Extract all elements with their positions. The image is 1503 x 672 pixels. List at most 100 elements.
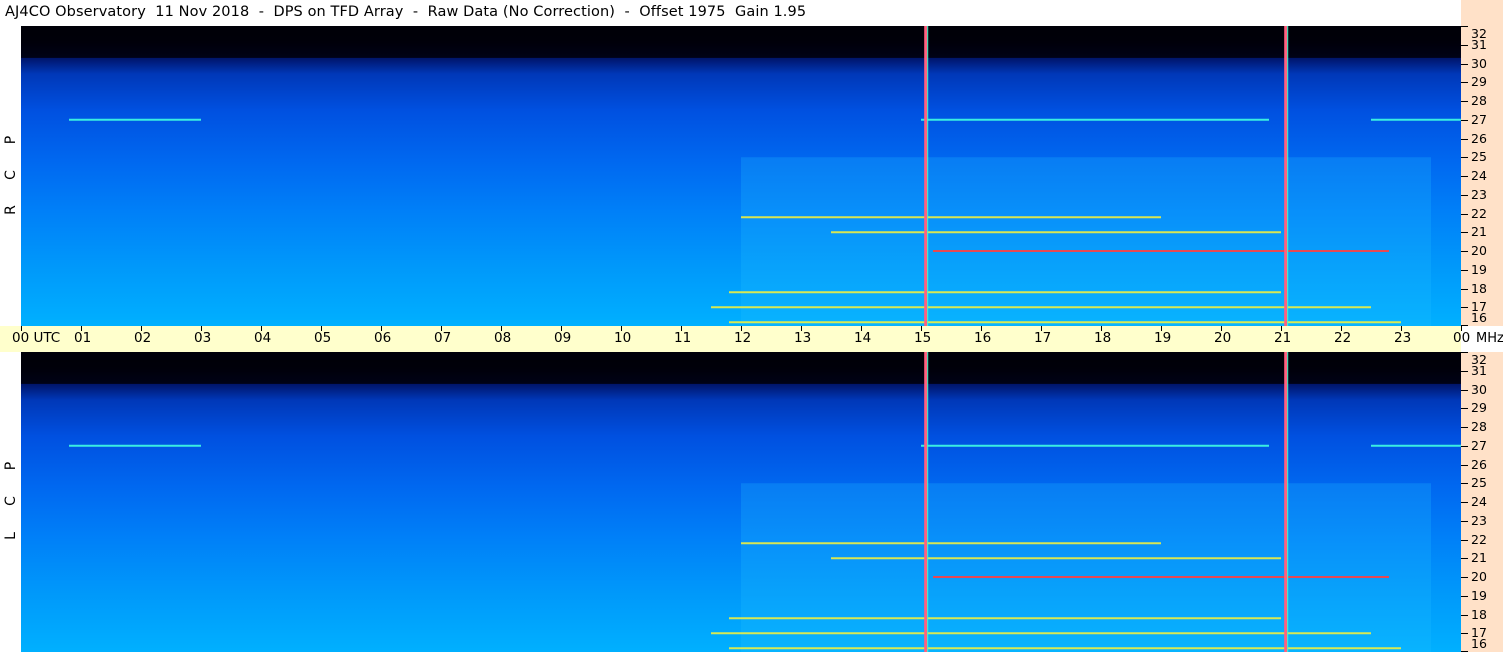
freq-tick-label: 26 xyxy=(1471,456,1487,472)
freq-tick-mark xyxy=(1461,138,1468,140)
freq-tick-mark xyxy=(1461,194,1468,196)
freq-tick-label: 23 xyxy=(1471,186,1487,202)
freq-tick-mark xyxy=(1461,614,1468,616)
freq-tick-label: 20 xyxy=(1471,243,1487,258)
time-tick-label: 15 xyxy=(914,330,932,346)
freq-tick-mark xyxy=(1461,63,1468,65)
time-tick-label: 00 xyxy=(1453,330,1471,346)
interference-line xyxy=(924,352,928,652)
emission-band xyxy=(69,444,201,447)
freq-tick-mark xyxy=(1461,157,1468,159)
interference-line xyxy=(1284,26,1288,326)
emission-band xyxy=(729,617,1281,620)
mhz-unit-label: MHz xyxy=(1476,331,1503,346)
freq-tick-mark xyxy=(1461,232,1468,234)
time-tick-label: 17 xyxy=(1034,330,1052,346)
emission-band xyxy=(933,250,1389,252)
freq-tick-mark xyxy=(1461,389,1468,391)
rcp-label-strip: R C P xyxy=(0,26,21,326)
time-tick-label: 05 xyxy=(314,330,332,346)
emission-band xyxy=(711,306,1371,309)
rcp-emission-layer xyxy=(21,26,1461,326)
time-tick-label: 22 xyxy=(1334,330,1352,346)
freq-tick-mark xyxy=(1461,520,1468,522)
freq-tick-mark xyxy=(1461,44,1468,46)
freq-tick-mark xyxy=(1461,269,1468,271)
emission-band xyxy=(741,542,1161,545)
freq-tick-label: 31 xyxy=(1471,36,1487,52)
freq-tick-mark xyxy=(1461,539,1468,541)
time-tick-label: 12 xyxy=(734,330,752,346)
freq-tick-label: 22 xyxy=(1471,205,1487,221)
freq-tick-label: 29 xyxy=(1471,74,1487,90)
time-tick-label: 14 xyxy=(854,330,872,346)
emission-band xyxy=(831,231,1281,234)
time-tick-label: 21 xyxy=(1274,330,1292,346)
emission-band xyxy=(921,118,1269,121)
freq-tick-label: 20 xyxy=(1471,569,1487,584)
freq-tick-mark xyxy=(1461,464,1468,466)
time-tick-label: 10 xyxy=(614,330,632,346)
time-tick-label: 02 xyxy=(134,330,152,346)
freq-tick-label: 19 xyxy=(1471,587,1487,603)
emission-band xyxy=(729,647,1401,650)
freq-axis-rcp: 32 31 30 29 28 27 26 25 24 23 22 21 20 19 18 17 16 xyxy=(1461,26,1503,326)
freq-tick-label: 18 xyxy=(1471,606,1487,622)
time-tick-label: 13 xyxy=(794,330,812,346)
emission-band xyxy=(741,216,1161,219)
interference-line-edge xyxy=(927,26,929,326)
freq-tick-label: 16 xyxy=(1471,310,1487,325)
time-tick-label: 06 xyxy=(374,330,392,346)
interference-line-edge xyxy=(1287,352,1289,652)
interference-line-edge xyxy=(927,352,929,652)
interference-line xyxy=(924,26,928,326)
freq-tick-mark xyxy=(1461,213,1468,215)
freq-tick-label: 24 xyxy=(1471,494,1487,509)
dark-absorption-band xyxy=(21,26,1461,58)
freq-tick-mark xyxy=(1461,577,1468,578)
freq-tick-mark xyxy=(1461,119,1468,121)
freq-tick-mark xyxy=(1461,176,1468,177)
time-tick-label: 11 xyxy=(674,330,692,346)
freq-tick-mark xyxy=(1461,483,1468,485)
freq-tick-mark xyxy=(1461,502,1468,503)
freq-tick-label: 30 xyxy=(1471,381,1487,397)
time-tick-label: 09 xyxy=(554,330,572,346)
freq-tick-mark xyxy=(1461,82,1468,84)
daytime-noise-region xyxy=(741,483,1431,652)
emission-band xyxy=(711,632,1371,635)
freq-tick-label: 27 xyxy=(1471,111,1487,127)
chart-title: AJ4CO Observatory 11 Nov 2018 - DPS on T… xyxy=(5,4,807,20)
freq-tick-mark xyxy=(1461,288,1468,290)
emission-band xyxy=(69,118,201,121)
emission-band xyxy=(729,291,1281,294)
title-bar: AJ4CO Observatory 11 Nov 2018 - DPS on T… xyxy=(0,0,1461,27)
freq-tick-label: 18 xyxy=(1471,280,1487,296)
freq-tick-label: 22 xyxy=(1471,531,1487,547)
rcp-letter-p: P xyxy=(3,135,19,145)
time-tick-label: 19 xyxy=(1154,330,1172,346)
time-tick-label: 08 xyxy=(494,330,512,346)
emission-band xyxy=(831,557,1281,560)
time-tick-label: 00 UTC xyxy=(12,330,61,346)
freq-tick-mark xyxy=(1461,101,1468,102)
corner-pad xyxy=(1461,0,1503,26)
emission-band xyxy=(729,321,1401,324)
time-tick-label: 20 xyxy=(1214,330,1232,346)
time-tick-label: 04 xyxy=(254,330,272,346)
time-axis: 00 UTC 01 02 03 04 05 06 07 08 09 10 11 12 13 14 15 16 17… xyxy=(0,326,1470,352)
freq-tick-mark xyxy=(1461,408,1468,410)
freq-tick-mark xyxy=(1461,370,1468,372)
lcp-spectrogram xyxy=(21,352,1461,652)
emission-band xyxy=(1371,444,1461,447)
freq-axis-lcp: 32 31 30 29 28 27 26 25 24 23 22 21 20 19 18 17 16 xyxy=(1461,352,1503,652)
lcp-letter-l: L xyxy=(3,532,19,540)
freq-tick-label: 21 xyxy=(1471,550,1487,566)
emission-band xyxy=(921,444,1269,447)
time-tick-label: 07 xyxy=(434,330,452,346)
time-tick-label: 18 xyxy=(1094,330,1112,346)
emission-band xyxy=(1371,118,1461,121)
rcp-spectrogram xyxy=(21,26,1461,326)
lcp-emission-layer xyxy=(21,352,1461,652)
freq-tick-label: 26 xyxy=(1471,130,1487,146)
